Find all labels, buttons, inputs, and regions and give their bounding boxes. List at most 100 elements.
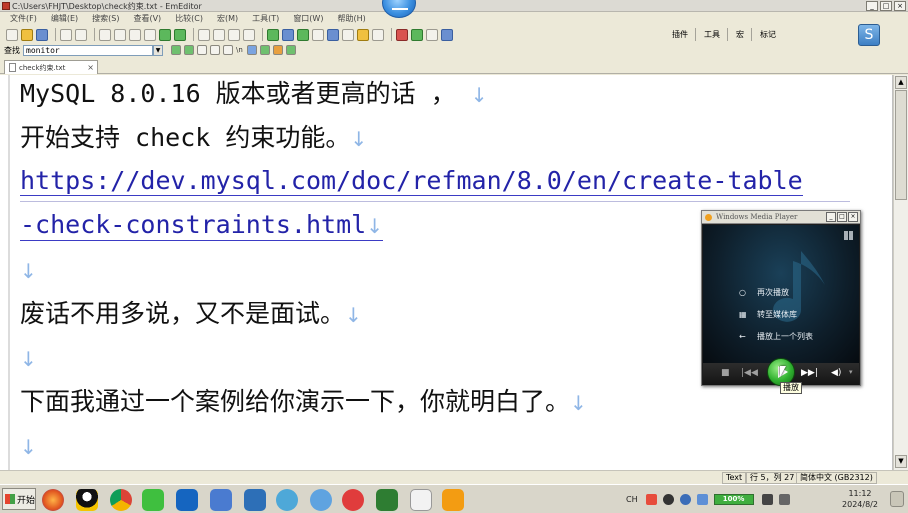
regex-icon[interactable] <box>246 45 257 55</box>
wmp-minimize-button[interactable]: _ <box>826 212 836 222</box>
view-icon[interactable] <box>267 28 279 41</box>
wps-writer-icon[interactable] <box>376 489 398 511</box>
record-macro-icon[interactable] <box>396 28 408 41</box>
editor-app-icon[interactable] <box>210 489 232 511</box>
media-player-taskbar-icon[interactable] <box>442 489 464 511</box>
qq-icon[interactable] <box>76 489 98 511</box>
firefox-icon[interactable] <box>42 489 64 511</box>
start-button[interactable]: 开始 <box>2 488 36 510</box>
tab-check-txt[interactable]: check约束.txt × <box>4 60 98 74</box>
find-next-icon[interactable] <box>184 45 194 55</box>
font-icon[interactable] <box>312 28 324 41</box>
wmp-play-again[interactable]: ○ 再次播放 <box>739 287 789 298</box>
wmp-maximize-button[interactable]: □ <box>837 212 847 222</box>
menu-tools[interactable]: 工具(T) <box>252 13 279 24</box>
input-language[interactable]: CH <box>626 495 638 504</box>
config-icon[interactable] <box>327 28 339 41</box>
find-options-icon[interactable] <box>272 45 283 55</box>
menu-help[interactable]: 帮助(H) <box>337 13 365 24</box>
outlook-icon[interactable] <box>176 489 198 511</box>
show-desktop-button[interactable] <box>890 491 904 507</box>
new-file-icon[interactable] <box>6 28 18 41</box>
config-drop-icon[interactable] <box>342 28 354 41</box>
sync-icon[interactable]: S <box>858 24 880 46</box>
help-tray-icon[interactable] <box>679 494 691 505</box>
plugins-menu[interactable]: 插件 <box>672 29 688 40</box>
network-app-icon[interactable] <box>276 489 298 511</box>
macro-menu[interactable]: 宏 <box>736 29 744 40</box>
open-folder-icon[interactable] <box>21 28 33 41</box>
paste-icon[interactable] <box>129 28 141 41</box>
browser-app-icon[interactable] <box>342 489 364 511</box>
speaker-icon[interactable] <box>778 494 790 505</box>
ime-icon[interactable] <box>645 494 657 505</box>
clock[interactable]: 11:12 2024/8/2 <box>840 488 880 510</box>
media-player-window[interactable]: Windows Media Player _ □ × ○ 再次播放 ▦ 转至媒体… <box>701 210 861 386</box>
run-macro-icon[interactable] <box>411 28 423 41</box>
tab-close-icon[interactable]: × <box>87 63 94 72</box>
menu-file[interactable]: 文件(F) <box>10 13 37 24</box>
highlight-icon[interactable] <box>357 28 369 41</box>
wmp-go-to-library[interactable]: ▦ 转至媒体库 <box>739 309 797 320</box>
status-encoding[interactable]: 简体中文 (GB2312) <box>796 472 877 484</box>
print-preview-icon[interactable] <box>75 28 87 41</box>
email-app-icon[interactable] <box>310 489 332 511</box>
save-icon[interactable] <box>36 28 48 41</box>
print-icon[interactable] <box>60 28 72 41</box>
find-previous-icon[interactable] <box>171 45 181 55</box>
marker-icon[interactable] <box>372 28 384 41</box>
previous-track-icon[interactable]: |◀◀ <box>741 368 758 378</box>
minimize-button[interactable]: _ <box>866 1 878 11</box>
notepad-icon[interactable] <box>410 489 432 511</box>
scroll-up-icon[interactable]: ▲ <box>895 76 907 89</box>
chrome-icon[interactable] <box>110 489 132 511</box>
volume-dropdown-icon[interactable]: ▾ <box>849 368 853 376</box>
menu-window[interactable]: 窗口(W) <box>293 13 323 24</box>
split-icon[interactable] <box>297 28 309 41</box>
bookmark-menu[interactable]: 标记 <box>760 29 776 40</box>
explorer-icon[interactable] <box>244 489 266 511</box>
stop-icon[interactable]: ■ <box>721 368 730 378</box>
battery-indicator[interactable]: 100% <box>713 494 754 505</box>
volume-icon[interactable]: ◀) <box>831 368 841 378</box>
escape-sequence-toggle[interactable]: \n <box>236 46 243 54</box>
wechat-icon[interactable] <box>142 489 164 511</box>
copy-icon[interactable] <box>114 28 126 41</box>
find-all-icon[interactable] <box>259 45 270 55</box>
wmp-play-previous-list[interactable]: ← 播放上一个列表 <box>739 331 813 342</box>
maximize-button[interactable]: □ <box>880 1 892 11</box>
wmp-close-button[interactable]: × <box>848 212 858 222</box>
menu-edit[interactable]: 编辑(E) <box>51 13 78 24</box>
scroll-thumb[interactable] <box>895 90 907 200</box>
find-close-icon[interactable] <box>285 45 296 55</box>
plugin-icon[interactable] <box>441 28 453 41</box>
menu-macro[interactable]: 宏(M) <box>217 13 238 24</box>
macro-options-icon[interactable] <box>426 28 438 41</box>
highlight-matches-icon[interactable] <box>197 45 207 55</box>
network-icon[interactable] <box>761 494 773 505</box>
switch-view-icon[interactable] <box>844 231 853 240</box>
find-dropdown-icon[interactable]: ▼ <box>153 44 163 56</box>
next-track-icon[interactable]: ▶▶| <box>801 368 818 378</box>
tools-menu[interactable]: 工具 <box>704 29 720 40</box>
menu-view[interactable]: 查看(V) <box>133 13 161 24</box>
url-link[interactable]: https://dev.mysql.com/doc/refman/8.0/en/… <box>20 167 803 196</box>
menu-search[interactable]: 搜索(S) <box>92 13 119 24</box>
scroll-down-icon[interactable]: ▼ <box>895 455 907 468</box>
find-input[interactable]: monitor <box>23 44 153 56</box>
whole-word-icon[interactable] <box>223 45 233 55</box>
undo-icon[interactable] <box>159 28 171 41</box>
cut-icon[interactable] <box>99 28 111 41</box>
moon-icon[interactable] <box>662 494 674 505</box>
find-in-files-icon[interactable] <box>243 28 255 41</box>
close-button[interactable]: × <box>894 1 906 11</box>
delete-icon[interactable] <box>144 28 156 41</box>
vertical-scrollbar[interactable]: ▲ ▼ <box>893 75 908 470</box>
find-icon[interactable] <box>198 28 210 41</box>
wrap-icon[interactable] <box>282 28 294 41</box>
replace-icon[interactable] <box>228 28 240 41</box>
case-sensitive-icon[interactable] <box>210 45 220 55</box>
redo-icon[interactable] <box>174 28 186 41</box>
find-next-icon[interactable] <box>213 28 225 41</box>
settings-tray-icon[interactable] <box>696 494 708 505</box>
